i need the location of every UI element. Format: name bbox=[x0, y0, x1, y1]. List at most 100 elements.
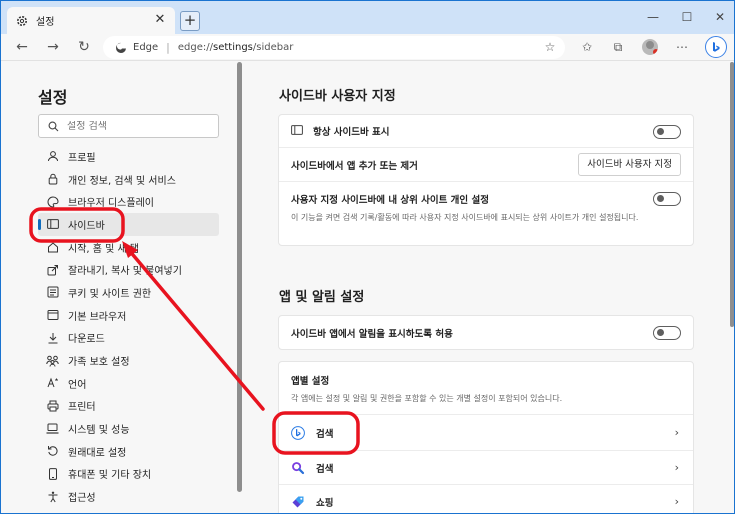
sidebar-item-label: 시스템 및 성능 bbox=[68, 425, 130, 437]
personalize-row: 사용자 지정 사이드바에 내 상위 사이트 개인 설정 이 기능을 켜면 검색 … bbox=[279, 182, 693, 245]
nav-scrollbar[interactable] bbox=[235, 62, 243, 492]
sidebar-item-phone[interactable]: 휴대폰 및 기타 장치 bbox=[38, 463, 219, 486]
laptop-icon bbox=[46, 422, 59, 435]
settings-title: 설정 bbox=[38, 88, 68, 107]
per-app-title: 앱별 설정 bbox=[291, 376, 330, 387]
forward-arrow-icon[interactable]: → bbox=[44, 38, 62, 56]
address-bar[interactable]: Edge | edge://settings/sidebar ☆ bbox=[103, 36, 565, 59]
back-arrow-icon[interactable]: ← bbox=[13, 38, 31, 56]
sidebar-item-laptop[interactable]: 시스템 및 성능 bbox=[38, 417, 219, 440]
always-show-toggle[interactable] bbox=[653, 125, 681, 139]
nav-scrollbar-thumb[interactable] bbox=[237, 62, 242, 492]
settings-search-box[interactable] bbox=[38, 114, 219, 138]
chevron-right-icon: › bbox=[674, 495, 679, 508]
sidebar-item-palette[interactable]: 브라우저 디스플레이 bbox=[38, 190, 219, 213]
personalize-description: 이 기능을 켜면 검색 기록/활동에 따라 사용자 지정 사이드바에 표시되는 … bbox=[291, 213, 639, 222]
sidebar-item-printer[interactable]: 프린터 bbox=[38, 395, 219, 418]
browser-window: 설정 ✕ + — ☐ ✕ ← → ↻ Edge | edge://setting… bbox=[0, 0, 735, 514]
sidebar-item-family[interactable]: 가족 보호 설정 bbox=[38, 349, 219, 372]
close-window-icon[interactable]: ✕ bbox=[712, 9, 728, 25]
sidebar-item-label: 기본 브라우저 bbox=[68, 311, 127, 323]
sidebar-item-label: 언어 bbox=[68, 379, 87, 391]
edge-logo-icon bbox=[115, 42, 127, 54]
notifications-card: 사이드바 앱에서 알림을 표시하도록 허용 bbox=[278, 315, 694, 350]
sidebar-item-download[interactable]: 다운로드 bbox=[38, 327, 219, 350]
customize-sidebar-button[interactable]: 사이드바 사용자 지정 bbox=[578, 153, 681, 176]
allow-notifications-row: 사이드바 앱에서 알림을 표시하도록 허용 bbox=[279, 316, 693, 349]
tab-title: 설정 bbox=[36, 17, 55, 28]
app-label: 쇼핑 bbox=[316, 498, 334, 509]
always-show-row: 항상 사이드바 표시 bbox=[279, 115, 693, 148]
sidebar-item-share[interactable]: 잘라내기, 복사 및 붙여넣기 bbox=[38, 258, 219, 281]
sidebar-item-accessibility[interactable]: 접근성 bbox=[38, 485, 219, 508]
settings-nav-list: 프로필 개인 정보, 검색 및 서비스브라우저 디스플레이사이드바시작, 홈 및 … bbox=[38, 145, 219, 508]
url-text: edge://settings/sidebar bbox=[177, 42, 294, 53]
shopping-tag-icon bbox=[291, 495, 305, 509]
sidebar-item-lock[interactable]: 개인 정보, 검색 및 서비스 bbox=[38, 168, 219, 191]
address-separator: | bbox=[166, 41, 170, 54]
gear-icon bbox=[15, 14, 29, 28]
minimize-icon[interactable]: — bbox=[645, 9, 661, 25]
app-row[interactable]: 검색 › bbox=[279, 451, 693, 485]
sidebar-item-home[interactable]: 시작, 홈 및 새 탭 bbox=[38, 236, 219, 259]
app-label: 검색 bbox=[316, 428, 334, 440]
sidebar-item-label: 접근성 bbox=[68, 493, 96, 505]
sidebar-item-label: 쿠키 및 사이트 권한 bbox=[68, 288, 152, 300]
home-icon bbox=[46, 241, 59, 254]
download-icon bbox=[46, 331, 59, 344]
accessibility-icon bbox=[46, 490, 59, 503]
settings-main: 사이드바 사용자 지정 항상 사이드바 표시 사이드바에서 앱 추가 또는 제거… bbox=[245, 61, 734, 513]
bing-icon bbox=[291, 425, 305, 440]
profile-icon bbox=[46, 150, 59, 163]
app-row[interactable]: 검색 › bbox=[279, 415, 693, 451]
app-row[interactable]: 쇼핑 › bbox=[279, 485, 693, 513]
main-scrollbar[interactable] bbox=[729, 62, 734, 513]
sidebar-item-sidebar[interactable]: 사이드바 bbox=[38, 213, 219, 236]
family-icon bbox=[46, 354, 59, 367]
more-menu-icon[interactable]: ⋯ bbox=[674, 39, 690, 55]
favorites-icon[interactable]: ✩ bbox=[579, 39, 595, 55]
sidebar-item-label: 원래대로 설정 bbox=[68, 447, 127, 459]
bing-chat-button[interactable] bbox=[705, 36, 727, 58]
profile-avatar[interactable] bbox=[642, 39, 658, 55]
allow-notifications-label: 사이드바 앱에서 알림을 표시하도록 허용 bbox=[291, 328, 453, 340]
sidebar-icon bbox=[46, 218, 59, 231]
share-icon bbox=[46, 263, 59, 276]
close-tab-icon[interactable]: ✕ bbox=[153, 13, 167, 27]
search-icon bbox=[48, 121, 59, 132]
palette-icon bbox=[46, 195, 59, 208]
sidebar-item-label: 브라우저 디스플레이 bbox=[68, 198, 154, 210]
tab-settings[interactable]: 설정 ✕ bbox=[7, 7, 175, 34]
add-favorite-icon[interactable]: ☆ bbox=[543, 40, 557, 54]
bing-icon bbox=[713, 42, 720, 52]
app-label: 검색 bbox=[316, 463, 334, 475]
sidebar-item-cookie[interactable]: 쿠키 및 사이트 권한 bbox=[38, 281, 219, 304]
per-app-header-row: 앱별 설정 각 앱에는 설정 및 알림 및 권한을 포함할 수 있는 개별 설정… bbox=[279, 362, 693, 415]
site-label: Edge bbox=[133, 42, 159, 53]
main-scrollbar-thumb[interactable] bbox=[730, 62, 734, 327]
personalize-toggle[interactable] bbox=[653, 192, 681, 206]
refresh-icon[interactable]: ↻ bbox=[75, 38, 93, 56]
personalize-label: 사용자 지정 사이드바에 내 상위 사이트 개인 설정 bbox=[291, 195, 489, 206]
sidebar-item-language[interactable]: 언어 bbox=[38, 372, 219, 395]
sidebar-item-profile[interactable]: 프로필 bbox=[38, 145, 219, 168]
sidebar-item-browser[interactable]: 기본 브라우저 bbox=[38, 304, 219, 327]
printer-icon bbox=[46, 399, 59, 412]
always-show-label: 항상 사이드바 표시 bbox=[313, 127, 390, 138]
collections-icon[interactable]: ⧉ bbox=[610, 39, 626, 55]
sidebar-item-label: 시작, 홈 및 새 탭 bbox=[68, 243, 140, 255]
language-icon bbox=[46, 377, 59, 390]
sidebar-item-reset[interactable]: 원래대로 설정 bbox=[38, 440, 219, 463]
sidebar-item-label: 잘라내기, 복사 및 붙여넣기 bbox=[68, 266, 182, 278]
settings-search-input[interactable] bbox=[67, 120, 207, 132]
sidebar-item-label: 가족 보호 설정 bbox=[68, 357, 130, 369]
sidebar-item-label: 사이드바 bbox=[68, 220, 105, 232]
address-toolbar: ← → ↻ Edge | edge://settings/sidebar ☆ ✩… bbox=[1, 34, 734, 61]
apps-section-title: 앱 및 알림 설정 bbox=[279, 290, 365, 305]
add-remove-apps-label: 사이드바에서 앱 추가 또는 제거 bbox=[291, 160, 418, 172]
new-tab-button[interactable]: + bbox=[180, 11, 200, 31]
allow-notifications-toggle[interactable] bbox=[653, 326, 681, 340]
maximize-icon[interactable]: ☐ bbox=[679, 9, 695, 25]
sidebar-panel-icon bbox=[291, 125, 303, 137]
sidebar-item-label: 프린터 bbox=[68, 402, 96, 414]
